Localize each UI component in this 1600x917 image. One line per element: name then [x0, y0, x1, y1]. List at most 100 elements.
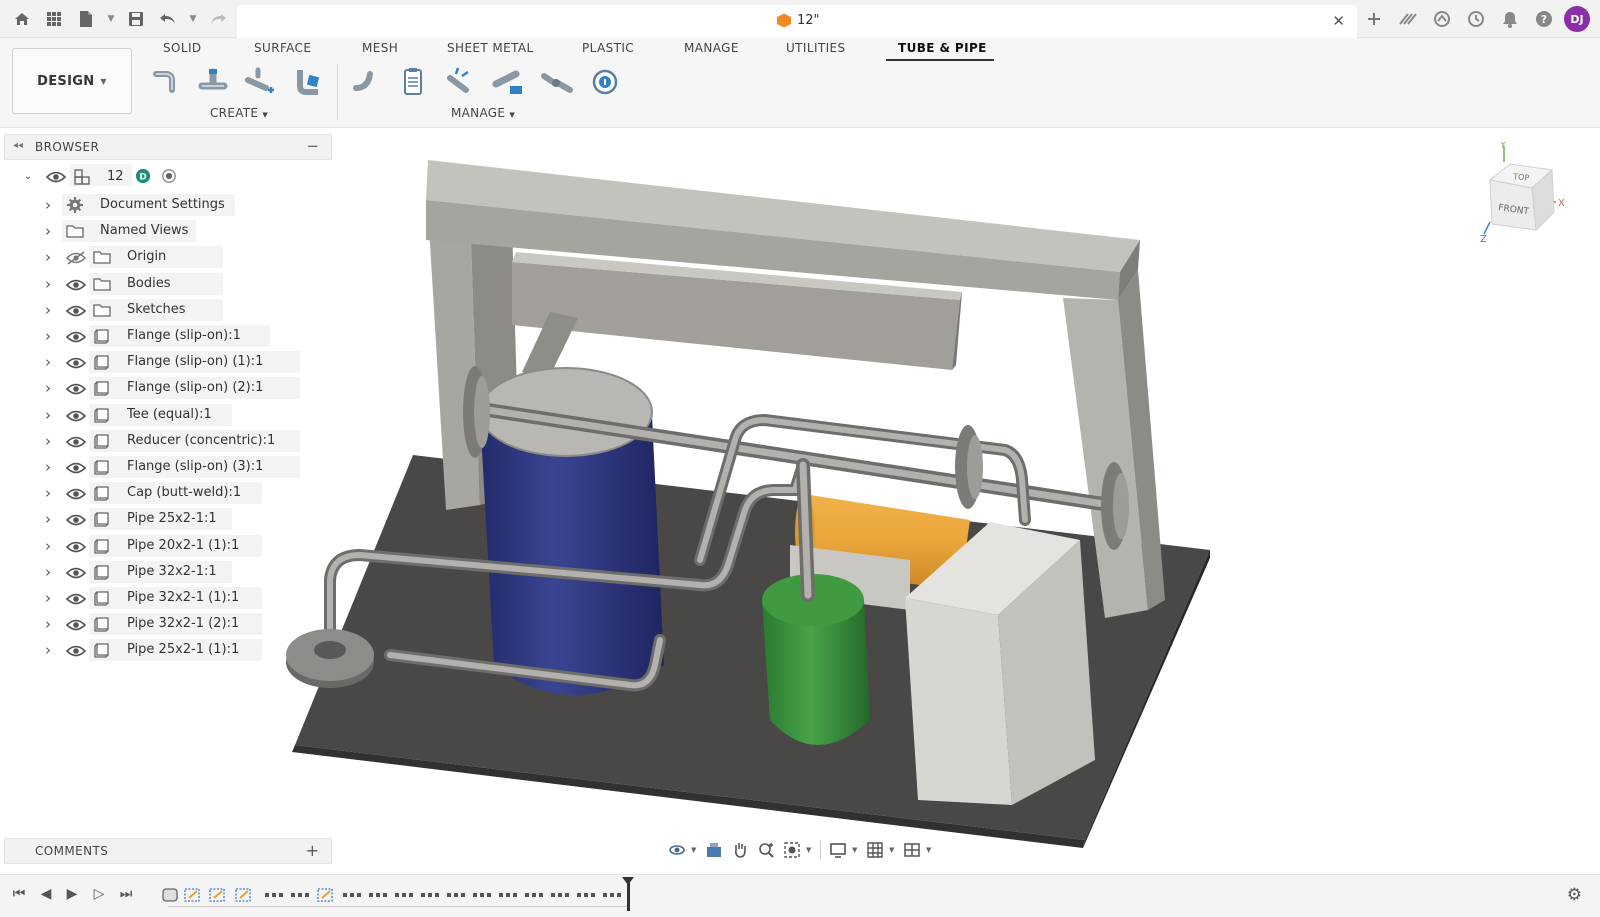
tree-expand-chevron-right-icon[interactable]: › — [43, 617, 53, 632]
timeline-pipe-feature-icon[interactable] — [550, 887, 570, 903]
timeline-settings-gear-icon[interactable]: ⚙ — [1567, 885, 1582, 905]
go-to-start-icon[interactable]: ⏮ — [10, 885, 28, 903]
look-at-icon[interactable] — [702, 838, 726, 862]
timeline-component-icon[interactable] — [160, 887, 180, 903]
tree-expand-chevron-right-icon[interactable]: › — [43, 433, 53, 448]
tree-expand-chevron-right-icon[interactable]: › — [43, 381, 53, 396]
tree-item-label[interactable]: Flange (slip-on):1 — [127, 328, 241, 343]
visibility-eye-icon[interactable] — [66, 356, 86, 370]
viewports-icon[interactable] — [900, 838, 924, 862]
workspace-switcher-button[interactable]: DESIGN ▼ — [12, 48, 132, 114]
help-icon[interactable]: ? — [1530, 5, 1558, 33]
visibility-eye-icon[interactable] — [66, 566, 86, 580]
tree-item-label[interactable]: Pipe 20x2-1 (1):1 — [127, 538, 239, 553]
tree-item-label[interactable]: Pipe 32x2-1 (1):1 — [127, 590, 239, 605]
tree-item-label[interactable]: Bodies — [127, 276, 171, 291]
tree-item-label[interactable]: Origin — [127, 249, 166, 264]
visibility-eye-icon[interactable] — [66, 592, 86, 606]
tee-pipe-icon[interactable] — [196, 66, 230, 98]
fit-window-icon[interactable] — [780, 838, 804, 862]
tree-item-label[interactable]: Pipe 25x2-1 (1):1 — [127, 642, 239, 657]
bom-icon[interactable] — [396, 66, 430, 98]
tree-expand-chevron-right-icon[interactable]: › — [43, 276, 53, 291]
model-viewport[interactable] — [270, 134, 1600, 864]
display-settings-icon[interactable] — [826, 838, 850, 862]
viewports-chevron-down-icon[interactable]: ▼ — [926, 846, 935, 854]
tab-solid[interactable]: SOLID — [163, 41, 202, 55]
redo-icon[interactable] — [204, 5, 232, 33]
tree-item-label[interactable]: Reducer (concentric):1 — [127, 433, 275, 448]
play-icon[interactable]: ▶ — [63, 885, 81, 903]
zoom-icon[interactable] — [754, 838, 778, 862]
root-visibility-eye-icon[interactable] — [46, 170, 66, 184]
manage-group-label[interactable]: MANAGE ▼ — [451, 106, 515, 120]
document-tab[interactable]: 12" ✕ — [237, 5, 1357, 38]
tab-sheet-metal[interactable]: SHEET METAL — [447, 41, 534, 55]
tree-expand-chevron-right-icon[interactable]: › — [43, 538, 53, 553]
timeline-pipe-feature-icon[interactable] — [264, 887, 284, 903]
visibility-eye-icon[interactable] — [66, 382, 86, 396]
timeline-sketch-icon[interactable] — [183, 887, 203, 903]
tree-item-label[interactable]: Pipe 32x2-1 (2):1 — [127, 616, 239, 631]
timeline-pipe-feature-icon[interactable] — [576, 887, 596, 903]
grid-icon[interactable] — [863, 838, 887, 862]
timeline-pipe-feature-icon[interactable] — [602, 887, 622, 903]
elbow-icon[interactable] — [348, 66, 382, 98]
info-icon[interactable] — [588, 66, 622, 98]
tree-item-label[interactable]: Named Views — [100, 223, 188, 238]
grid-chevron-down-icon[interactable]: ▼ — [889, 846, 898, 854]
tree-expand-chevron-right-icon[interactable]: › — [43, 250, 53, 265]
tree-expand-chevron-right-icon[interactable]: › — [43, 224, 53, 239]
visibility-eye-icon[interactable] — [66, 278, 86, 292]
data-panel-grid-icon[interactable] — [40, 5, 68, 33]
go-to-end-icon[interactable]: ⏭ — [117, 885, 135, 903]
pipe-catalog-icon[interactable] — [492, 66, 526, 98]
minimize-panel-icon[interactable]: − — [306, 137, 319, 155]
clock-icon[interactable] — [1462, 5, 1490, 33]
timeline-sketch-icon[interactable] — [316, 887, 336, 903]
fit-chevron-down-icon[interactable]: ▼ — [806, 846, 815, 854]
tree-expand-chevron-right-icon[interactable]: › — [43, 591, 53, 606]
timeline-pipe-feature-icon[interactable] — [524, 887, 544, 903]
visibility-eye-icon[interactable] — [66, 487, 86, 501]
orbit-icon[interactable] — [665, 838, 689, 862]
view-cube[interactable]: Y X Z TOP FRONT — [1480, 142, 1590, 252]
root-component-label[interactable]: 12 — [107, 169, 124, 184]
root-expand-chevron-down-icon[interactable]: ⌄ — [23, 171, 33, 183]
new-tab-plus-icon[interactable] — [1360, 5, 1388, 33]
tree-item-label[interactable]: Sketches — [127, 302, 186, 317]
notifications-bell-icon[interactable] — [1496, 5, 1524, 33]
pipe-icon[interactable] — [148, 66, 182, 98]
tree-expand-chevron-right-icon[interactable]: › — [43, 512, 53, 527]
connect-icon[interactable] — [444, 66, 478, 98]
flange-middle[interactable] — [955, 425, 983, 509]
activate-component-icon[interactable]: D — [134, 168, 152, 184]
visibility-eye-icon[interactable] — [66, 513, 86, 527]
create-group-label[interactable]: CREATE ▼ — [210, 106, 268, 120]
timeline-pipe-feature-icon[interactable] — [472, 887, 492, 903]
timeline-marker[interactable] — [622, 877, 634, 911]
tab-utilities[interactable]: UTILITIES — [786, 41, 846, 55]
tree-expand-chevron-right-icon[interactable]: › — [43, 329, 53, 344]
timeline-pipe-feature-icon[interactable] — [342, 887, 362, 903]
tab-plastic[interactable]: PLASTIC — [582, 41, 634, 55]
tab-manage[interactable]: MANAGE — [684, 41, 739, 55]
orbit-chevron-down-icon[interactable]: ▼ — [691, 846, 700, 854]
green-tank[interactable] — [762, 574, 870, 745]
radio-target-icon[interactable] — [160, 168, 178, 184]
pan-hand-icon[interactable] — [728, 838, 752, 862]
tree-expand-chevron-right-icon[interactable]: › — [43, 486, 53, 501]
timeline-sketch-icon[interactable] — [234, 887, 254, 903]
tree-item-label[interactable]: Cap (butt-weld):1 — [127, 485, 241, 500]
timeline-pipe-feature-icon[interactable] — [420, 887, 440, 903]
tree-item-label[interactable]: Tee (equal):1 — [127, 407, 212, 422]
tree-item-label[interactable]: Document Settings — [100, 197, 225, 212]
file-icon[interactable] — [72, 5, 100, 33]
visibility-eye-icon[interactable] — [66, 644, 86, 658]
tab-tube-and-pipe[interactable]: TUBE & PIPE — [898, 41, 987, 55]
timeline-pipe-feature-icon[interactable] — [394, 887, 414, 903]
tree-expand-chevron-right-icon[interactable]: › — [43, 460, 53, 475]
add-comment-plus-icon[interactable]: + — [306, 841, 319, 860]
save-icon[interactable] — [122, 5, 150, 33]
visibility-hidden-eye-icon[interactable] — [66, 251, 86, 265]
